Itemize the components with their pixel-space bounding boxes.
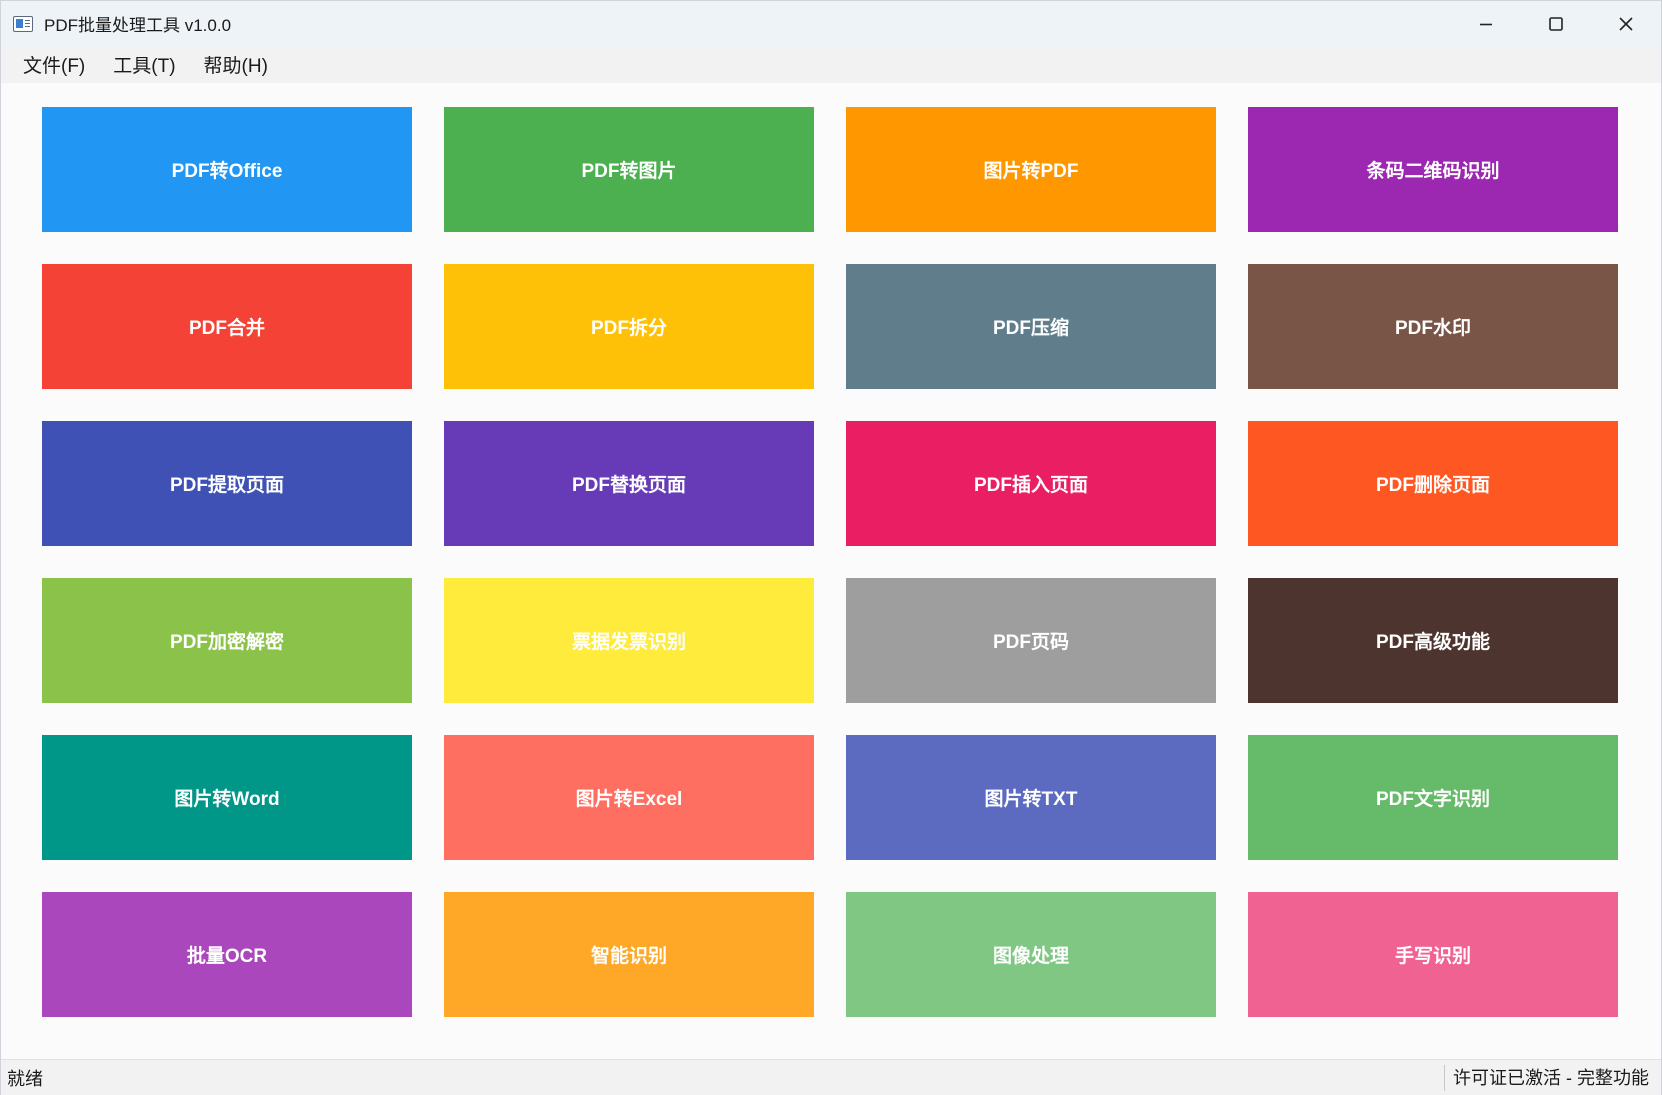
tile-image-to-txt[interactable]: 图片转TXT (846, 735, 1216, 860)
tile-pdf-advanced[interactable]: PDF高级功能 (1248, 578, 1618, 703)
tile-pdf-page-numbers[interactable]: PDF页码 (846, 578, 1216, 703)
tile-pdf-encrypt-decrypt[interactable]: PDF加密解密 (42, 578, 412, 703)
tile-invoice-recognition[interactable]: 票据发票识别 (444, 578, 814, 703)
tile-smart-recognition[interactable]: 智能识别 (444, 892, 814, 1017)
tile-image-processing[interactable]: 图像处理 (846, 892, 1216, 1017)
close-button[interactable] (1591, 1, 1661, 46)
status-license: 许可证已激活 - 完整功能 (1444, 1065, 1661, 1091)
status-ready: 就绪 (7, 1069, 43, 1089)
tile-pdf-watermark[interactable]: PDF水印 (1248, 264, 1618, 389)
tile-image-to-excel[interactable]: 图片转Excel (444, 735, 814, 860)
status-bar: 就绪 许可证已激活 - 完整功能 (1, 1059, 1661, 1095)
tile-pdf-delete-pages[interactable]: PDF删除页面 (1248, 421, 1618, 546)
minimize-button[interactable] (1451, 1, 1521, 46)
app-window: PDF批量处理工具 v1.0.0 文件(F) 工具(T) 帮助(H) PDF转O… (0, 0, 1662, 1095)
tile-barcode-qr-recognition[interactable]: 条码二维码识别 (1248, 107, 1618, 232)
title-bar[interactable]: PDF批量处理工具 v1.0.0 (1, 1, 1661, 46)
tile-pdf-text-recognition[interactable]: PDF文字识别 (1248, 735, 1618, 860)
tile-pdf-extract-pages[interactable]: PDF提取页面 (42, 421, 412, 546)
maximize-icon (1549, 16, 1563, 31)
tile-pdf-replace-pages[interactable]: PDF替换页面 (444, 421, 814, 546)
window-title: PDF批量处理工具 v1.0.0 (44, 16, 232, 35)
tile-image-to-word[interactable]: 图片转Word (42, 735, 412, 860)
tile-batch-ocr[interactable]: 批量OCR (42, 892, 412, 1017)
tile-pdf-split[interactable]: PDF拆分 (444, 264, 814, 389)
maximize-button[interactable] (1521, 1, 1591, 46)
menu-bar: 文件(F) 工具(T) 帮助(H) (1, 46, 1661, 83)
minimize-icon (1480, 23, 1492, 25)
close-icon (1619, 16, 1633, 31)
app-window-icon (13, 15, 33, 32)
menu-file[interactable]: 文件(F) (9, 47, 99, 82)
menu-tools[interactable]: 工具(T) (99, 47, 189, 82)
menu-help[interactable]: 帮助(H) (190, 47, 282, 82)
window-controls (1451, 1, 1661, 46)
tile-pdf-insert-pages[interactable]: PDF插入页面 (846, 421, 1216, 546)
tile-pdf-merge[interactable]: PDF合并 (42, 264, 412, 389)
tool-grid: PDF转Office PDF转图片 图片转PDF 条码二维码识别 PDF合并 P… (42, 107, 1622, 1019)
tile-image-to-pdf[interactable]: 图片转PDF (846, 107, 1216, 232)
tile-handwriting-recognition[interactable]: 手写识别 (1248, 892, 1618, 1017)
tile-pdf-compress[interactable]: PDF压缩 (846, 264, 1216, 389)
tile-pdf-to-image[interactable]: PDF转图片 (444, 107, 814, 232)
tile-pdf-to-office[interactable]: PDF转Office (42, 107, 412, 232)
